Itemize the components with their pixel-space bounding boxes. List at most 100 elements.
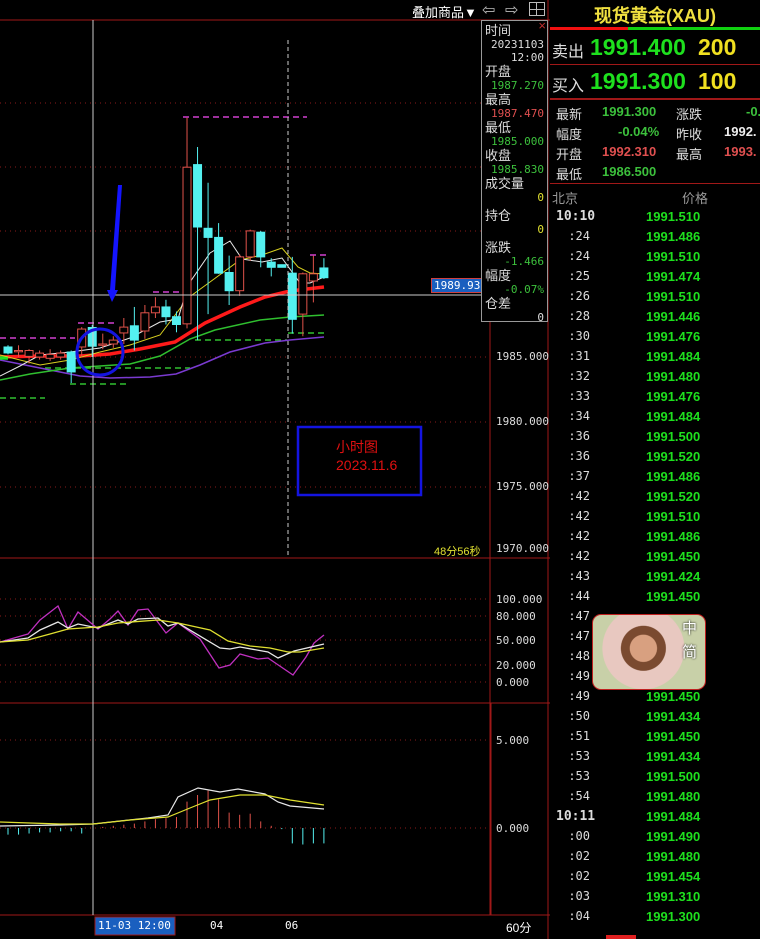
tick-price: 1991.454 bbox=[646, 869, 701, 884]
countdown-timer: 48分56秒 bbox=[434, 546, 481, 558]
candle-up bbox=[108, 339, 118, 345]
tick-row: :26 1991.510 bbox=[550, 289, 760, 309]
annotation-arrow-icon bbox=[107, 185, 122, 302]
tooltip-close: 1985.830 bbox=[491, 163, 544, 176]
price-axis-label: 1975.000 bbox=[496, 480, 549, 493]
tick-row: :28 1991.446 bbox=[550, 309, 760, 329]
tooltip-oi-diff: 0 bbox=[537, 311, 544, 324]
tick-row: :30 1991.476 bbox=[550, 329, 760, 349]
tick-row: :53 1991.500 bbox=[550, 769, 760, 789]
tick-row: :36 1991.520 bbox=[550, 449, 760, 469]
tick-price: 1991.510 bbox=[646, 509, 701, 524]
candle-up bbox=[245, 230, 255, 258]
tick-time: :00 bbox=[568, 829, 590, 843]
tick-row: :00 1991.490 bbox=[550, 829, 760, 849]
candle-down bbox=[277, 264, 287, 268]
kdj-axis-label: 0.000 bbox=[496, 676, 530, 689]
candle-down bbox=[266, 261, 276, 268]
ad-text[interactable]: 中 bbox=[682, 617, 697, 638]
tick-time: :53 bbox=[568, 749, 590, 763]
kline-chart[interactable] bbox=[0, 0, 550, 939]
tick-time: :02 bbox=[568, 869, 590, 883]
candle-down bbox=[193, 164, 203, 228]
time-axis-tick: 06 bbox=[285, 919, 299, 932]
tick-row: :53 1991.434 bbox=[550, 749, 760, 769]
time-axis-tick: 04 bbox=[210, 919, 224, 932]
tick-price: 1991.476 bbox=[646, 329, 701, 344]
tick-time: :24 bbox=[568, 249, 590, 263]
candle-up bbox=[98, 343, 108, 346]
time-cursor-label: 11-03 12:00 bbox=[98, 919, 171, 932]
tooltip-label: 最高 bbox=[485, 92, 512, 107]
stat-high: 1993. bbox=[724, 144, 757, 159]
stat-low: 1986.500 bbox=[602, 164, 657, 179]
tooltip-label: 仓差 bbox=[485, 296, 512, 311]
tick-price: 1991.484 bbox=[646, 809, 701, 824]
tick-time: 10:11 bbox=[556, 809, 596, 824]
tooltip-label: 开盘 bbox=[485, 64, 512, 79]
tick-price: 1991.484 bbox=[646, 349, 701, 364]
tick-time: :03 bbox=[568, 889, 590, 903]
candle-down bbox=[224, 272, 234, 292]
candle-up bbox=[45, 353, 55, 359]
tick-time: :53 bbox=[568, 769, 590, 783]
ad-text[interactable]: 简 bbox=[682, 641, 697, 662]
tick-time: :31 bbox=[568, 349, 590, 363]
tick-time: :42 bbox=[568, 529, 590, 543]
tooltip-label: 最低 bbox=[485, 120, 512, 135]
tick-time: :42 bbox=[568, 549, 590, 563]
candle-up bbox=[298, 273, 308, 315]
tick-row: :03 1991.310 bbox=[550, 889, 760, 909]
tooltip-pct: -0.07% bbox=[504, 283, 544, 296]
tick-price: 1991.510 bbox=[646, 249, 701, 264]
tick-row: :04 1991.300 bbox=[550, 909, 760, 929]
tick-time: :26 bbox=[568, 289, 590, 303]
stat-open: 1992.310 bbox=[602, 144, 657, 159]
tick-row: :37 1991.486 bbox=[550, 469, 760, 489]
candle-up bbox=[35, 352, 45, 358]
tick-price: 1991.434 bbox=[646, 749, 701, 764]
tick-price: 1991.450 bbox=[646, 589, 701, 604]
tick-time: :47 bbox=[568, 629, 590, 643]
tooltip-label: 成交量 bbox=[485, 176, 525, 191]
price-axis-label: 1970.000 bbox=[496, 542, 549, 555]
tick-time: :54 bbox=[568, 789, 590, 803]
tick-time: :49 bbox=[568, 689, 590, 703]
tick-row: 10:11 1991.484 bbox=[550, 809, 760, 829]
tick-time: :34 bbox=[568, 409, 590, 423]
tick-row: 10:10 1991.510 bbox=[550, 209, 760, 229]
tick-price: 1991.446 bbox=[646, 309, 701, 324]
tick-row: :42 1991.450 bbox=[550, 549, 760, 569]
candle-down bbox=[319, 267, 329, 279]
tick-time: :43 bbox=[568, 569, 590, 583]
kdj-axis-label: 100.000 bbox=[496, 593, 543, 606]
tooltip-time: 12:00 bbox=[510, 51, 544, 64]
tick-row: :54 1991.480 bbox=[550, 789, 760, 809]
tick-row: :42 1991.510 bbox=[550, 509, 760, 529]
tooltip-open: 1987.270 bbox=[491, 79, 544, 92]
period-selector[interactable]: 60分 bbox=[506, 919, 531, 936]
current-price-tag: 1989.93 bbox=[431, 278, 483, 293]
ticks-header-time: 北京 bbox=[552, 191, 579, 206]
tooltip-date: 20231103 bbox=[491, 38, 544, 51]
close-icon[interactable]: × bbox=[538, 18, 546, 33]
candle-down bbox=[287, 272, 297, 320]
tick-price: 1991.434 bbox=[646, 709, 701, 724]
tick-row: :02 1991.454 bbox=[550, 869, 760, 889]
tick-price: 1991.480 bbox=[646, 789, 701, 804]
candle-up bbox=[182, 166, 192, 325]
macd-axis-label: 0.000 bbox=[496, 822, 530, 835]
tick-row: :25 1991.474 bbox=[550, 269, 760, 289]
stat-label: 最新 bbox=[556, 107, 583, 122]
candle-up bbox=[140, 312, 150, 332]
bid-ask-ratio-bar-green bbox=[628, 27, 760, 30]
tick-price: 1991.520 bbox=[646, 449, 701, 464]
tick-time: :50 bbox=[568, 709, 590, 723]
tick-price: 1991.480 bbox=[646, 369, 701, 384]
price-axis-label: 1980.000 bbox=[496, 415, 549, 428]
bid-ask-ratio-bar-red bbox=[550, 27, 628, 30]
floating-ad-widget[interactable]: 中 简 bbox=[592, 614, 706, 690]
tick-time: :51 bbox=[568, 729, 590, 743]
kdj-axis-label: 80.000 bbox=[496, 610, 536, 623]
price-axis-label: 1985.000 bbox=[496, 350, 549, 363]
